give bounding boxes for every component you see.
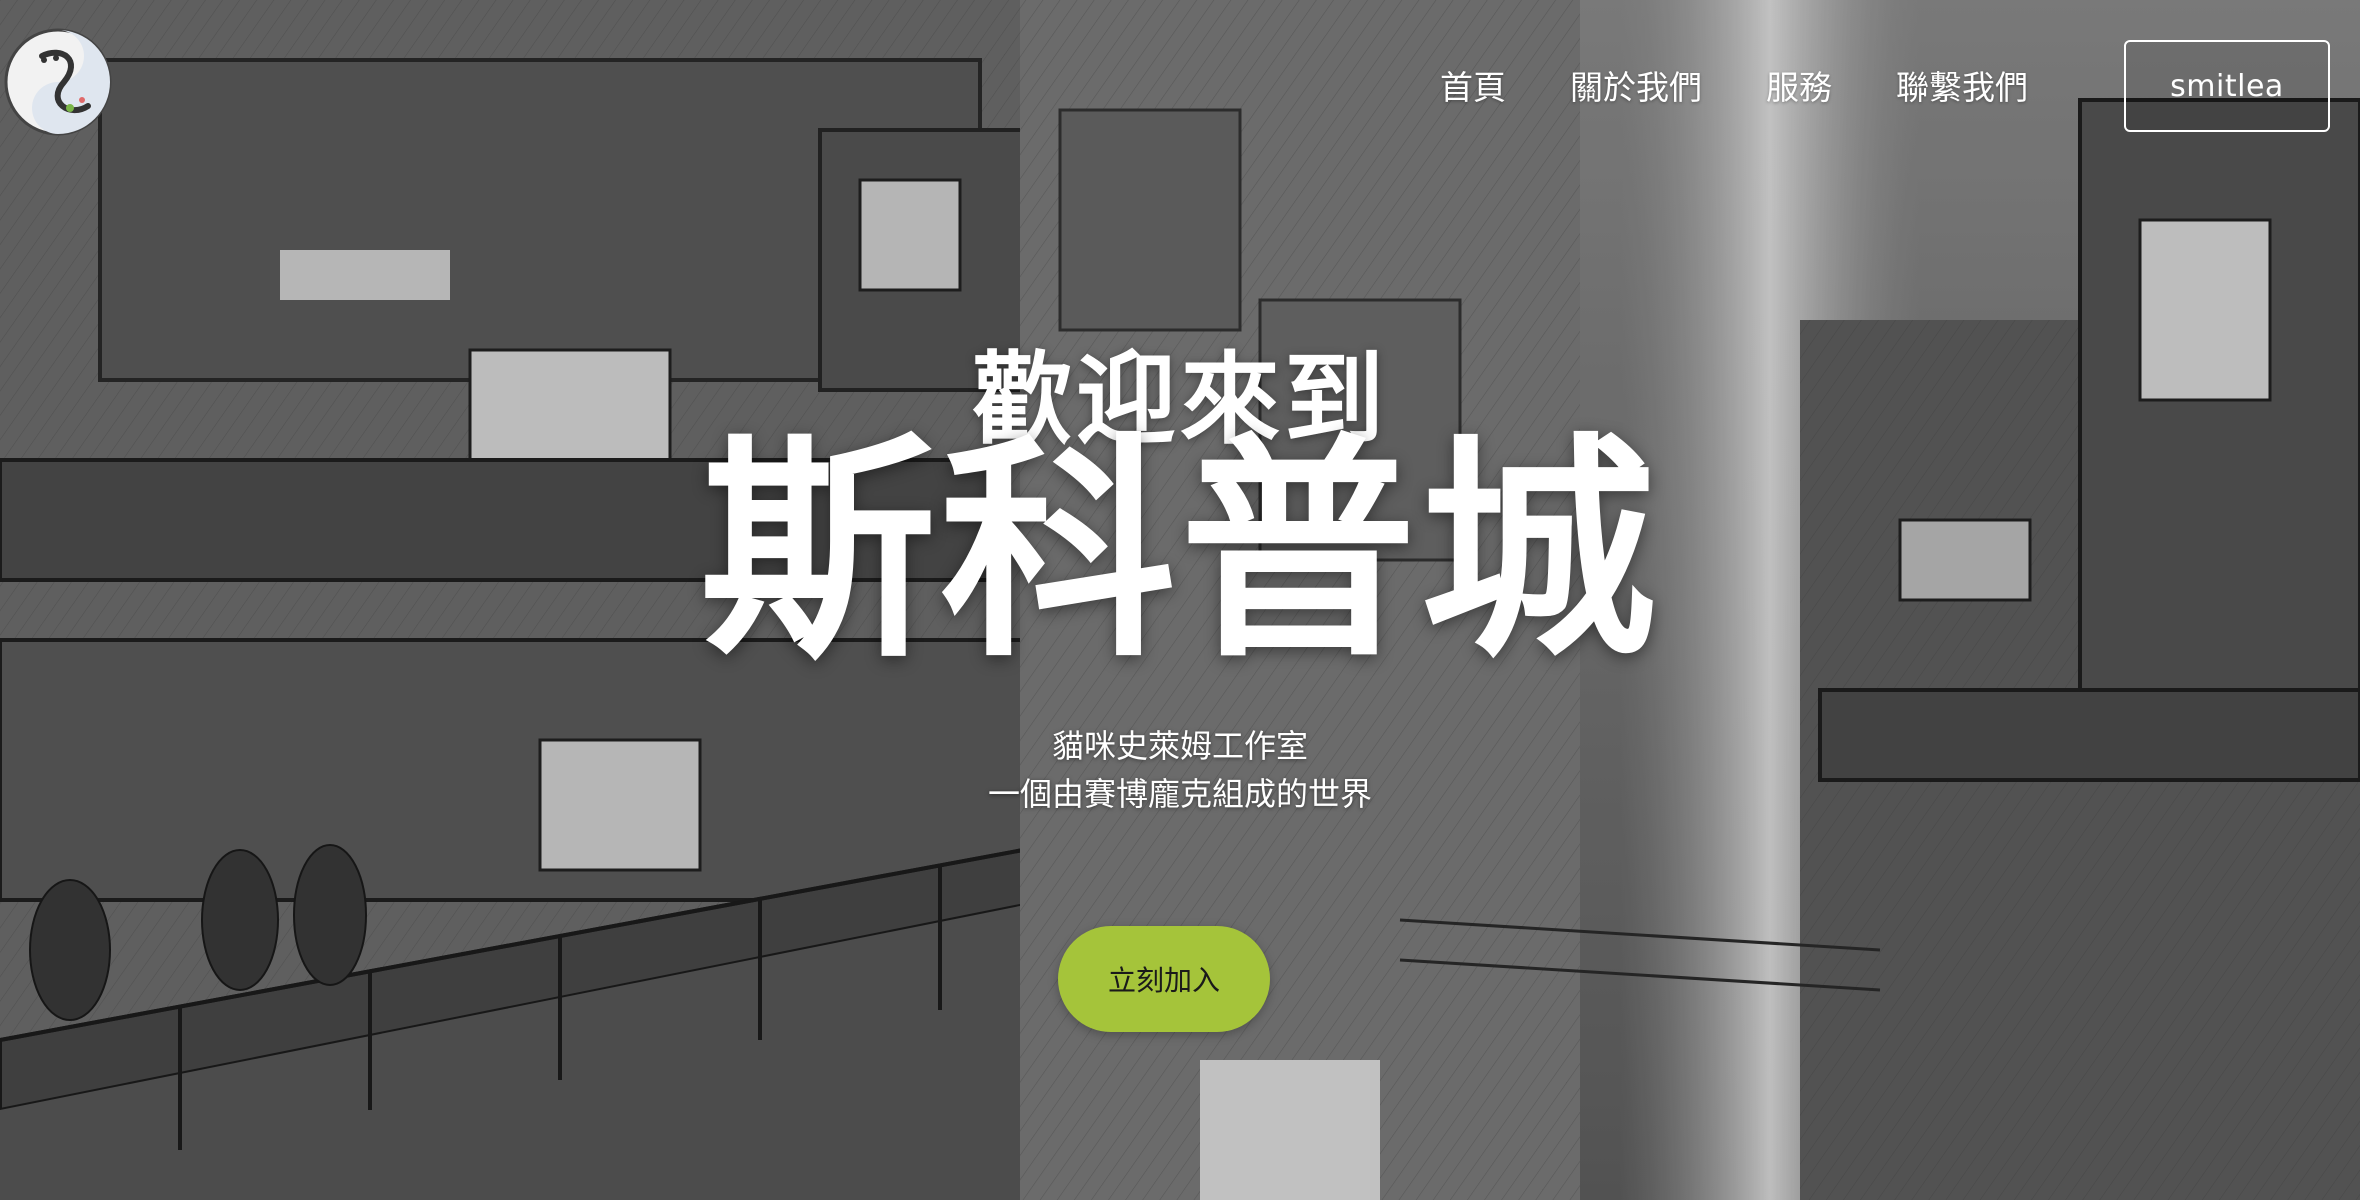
hero-subtitle-line-2: 一個由賽博龐克組成的世界 <box>987 775 1372 813</box>
hero-subtitle: 貓咪史萊姆工作室 一個由賽博龐克組成的世界 <box>0 722 2360 818</box>
hero-subtitle-line-1: 貓咪史萊姆工作室 <box>1051 727 1308 765</box>
join-now-button[interactable]: 立刻加入 <box>1058 926 1270 1032</box>
hero-title: 斯科普城 <box>699 414 1660 689</box>
